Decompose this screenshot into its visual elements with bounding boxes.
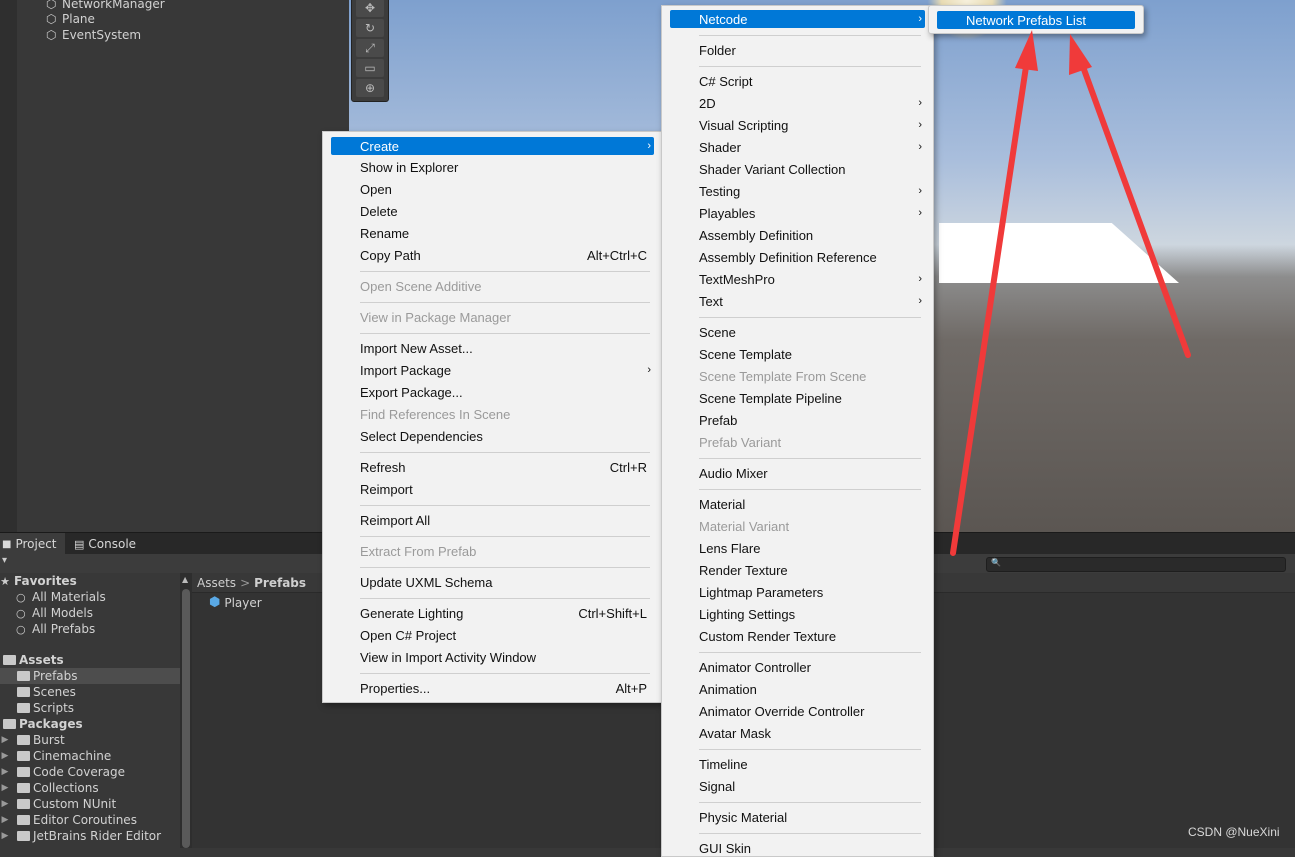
annotation-arrow-left [950, 30, 1038, 556]
watermark: CSDN @NueXini [1188, 825, 1280, 839]
annotation-arrow-right [1069, 34, 1191, 358]
annotation-arrows [950, 30, 1191, 556]
